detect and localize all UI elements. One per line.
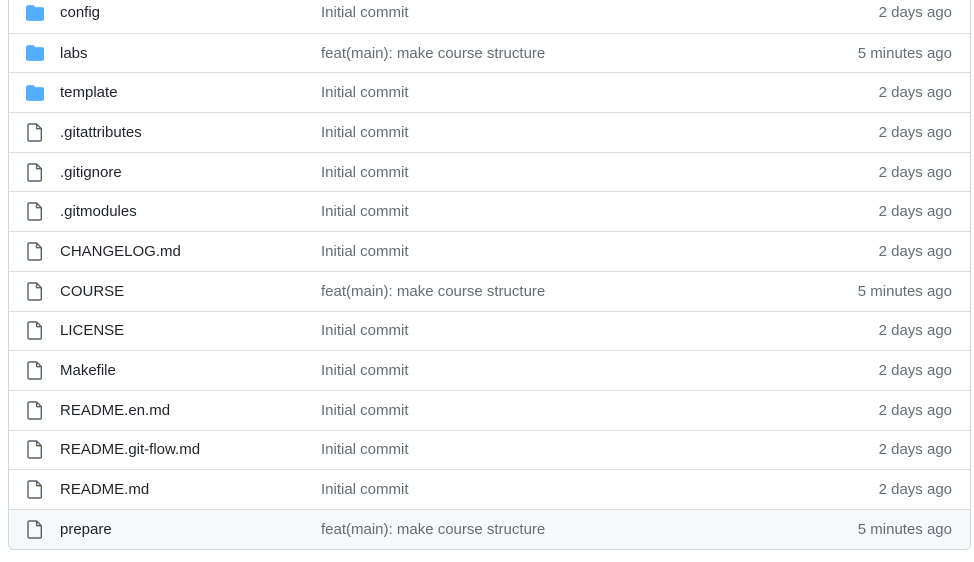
file-name-link[interactable]: prepare [60, 521, 321, 538]
file-row[interactable]: Makefile Initial commit 2 days ago [9, 350, 970, 390]
file-name-link[interactable]: .gitattributes [60, 124, 321, 141]
commit-message-link[interactable]: Initial commit [321, 322, 879, 339]
file-icon [25, 400, 45, 420]
commit-age: 5 minutes ago [857, 282, 952, 300]
file-name-link[interactable]: LICENSE [60, 322, 321, 339]
file-row[interactable]: .gitignore Initial commit 2 days ago [9, 151, 970, 192]
file-row[interactable]: LICENSE Initial commit 2 days ago [9, 310, 970, 351]
folder-icon [25, 43, 45, 63]
commit-message-link[interactable]: Initial commit [321, 402, 879, 419]
file-name-link[interactable]: template [60, 84, 321, 101]
commit-message-link[interactable]: Initial commit [321, 243, 879, 260]
file-icon [25, 202, 45, 222]
commit-age: 2 days ago [878, 481, 952, 499]
commit-age: 2 days ago [878, 242, 952, 260]
commit-age: 2 days ago [878, 84, 952, 102]
folder-icon [25, 3, 45, 23]
commit-message-link[interactable]: Initial commit [321, 4, 879, 21]
commit-age: 2 days ago [878, 4, 952, 22]
commit-age: 2 days ago [878, 163, 952, 181]
file-row[interactable]: config Initial commit 2 days ago [9, 0, 970, 33]
file-row[interactable]: CHANGELOG.md Initial commit 2 days ago [9, 231, 970, 271]
file-row[interactable]: .gitattributes Initial commit 2 days ago [9, 112, 970, 152]
commit-age: 2 days ago [878, 203, 952, 221]
file-name-link[interactable]: CHANGELOG.md [60, 243, 321, 260]
file-name-link[interactable]: COURSE [60, 283, 321, 300]
file-row[interactable]: .gitmodules Initial commit 2 days ago [9, 191, 970, 231]
commit-message-link[interactable]: Initial commit [321, 164, 879, 181]
commit-message-link[interactable]: Initial commit [321, 481, 879, 498]
commit-age: 2 days ago [878, 401, 952, 419]
file-row[interactable]: README.git-flow.md Initial commit 2 days… [9, 429, 970, 470]
file-name-link[interactable]: README.git-flow.md [60, 441, 321, 458]
file-name-link[interactable]: labs [60, 45, 321, 62]
file-icon [25, 480, 45, 500]
file-row[interactable]: template Initial commit 2 days ago [9, 72, 970, 112]
file-icon [25, 519, 45, 539]
file-name-link[interactable]: .gitignore [60, 164, 321, 181]
file-icon [25, 281, 45, 301]
commit-age: 2 days ago [878, 123, 952, 141]
file-row[interactable]: labs feat(main): make course structure 5… [9, 32, 970, 73]
commit-age: 2 days ago [878, 362, 952, 380]
file-name-link[interactable]: README.md [60, 481, 321, 498]
file-name-link[interactable]: .gitmodules [60, 203, 321, 220]
file-row[interactable]: README.en.md Initial commit 2 days ago [9, 389, 970, 430]
commit-message-link[interactable]: Initial commit [321, 203, 879, 220]
file-row[interactable]: README.md Initial commit 2 days ago [9, 469, 970, 509]
commit-message-link[interactable]: feat(main): make course structure [321, 45, 858, 62]
commit-age: 2 days ago [878, 322, 952, 340]
file-list: config Initial commit 2 days ago labs fe… [8, 0, 971, 550]
commit-message-link[interactable]: Initial commit [321, 362, 879, 379]
file-row[interactable]: COURSE feat(main): make course structure… [9, 270, 970, 311]
commit-message-link[interactable]: Initial commit [321, 84, 879, 101]
file-name-link[interactable]: Makefile [60, 362, 321, 379]
file-icon [25, 241, 45, 261]
file-icon [25, 122, 45, 142]
file-icon [25, 321, 45, 341]
file-icon [25, 440, 45, 460]
file-name-link[interactable]: config [60, 4, 321, 21]
file-icon [25, 361, 45, 381]
file-icon [25, 162, 45, 182]
commit-age: 5 minutes ago [857, 44, 952, 62]
commit-message-link[interactable]: Initial commit [321, 124, 879, 141]
file-name-link[interactable]: README.en.md [60, 402, 321, 419]
file-row[interactable]: prepare feat(main): make course structur… [9, 508, 970, 549]
commit-age: 2 days ago [878, 441, 952, 459]
commit-message-link[interactable]: feat(main): make course structure [321, 521, 858, 538]
folder-icon [25, 83, 45, 103]
commit-message-link[interactable]: feat(main): make course structure [321, 283, 858, 300]
commit-age: 5 minutes ago [857, 520, 952, 538]
commit-message-link[interactable]: Initial commit [321, 441, 879, 458]
